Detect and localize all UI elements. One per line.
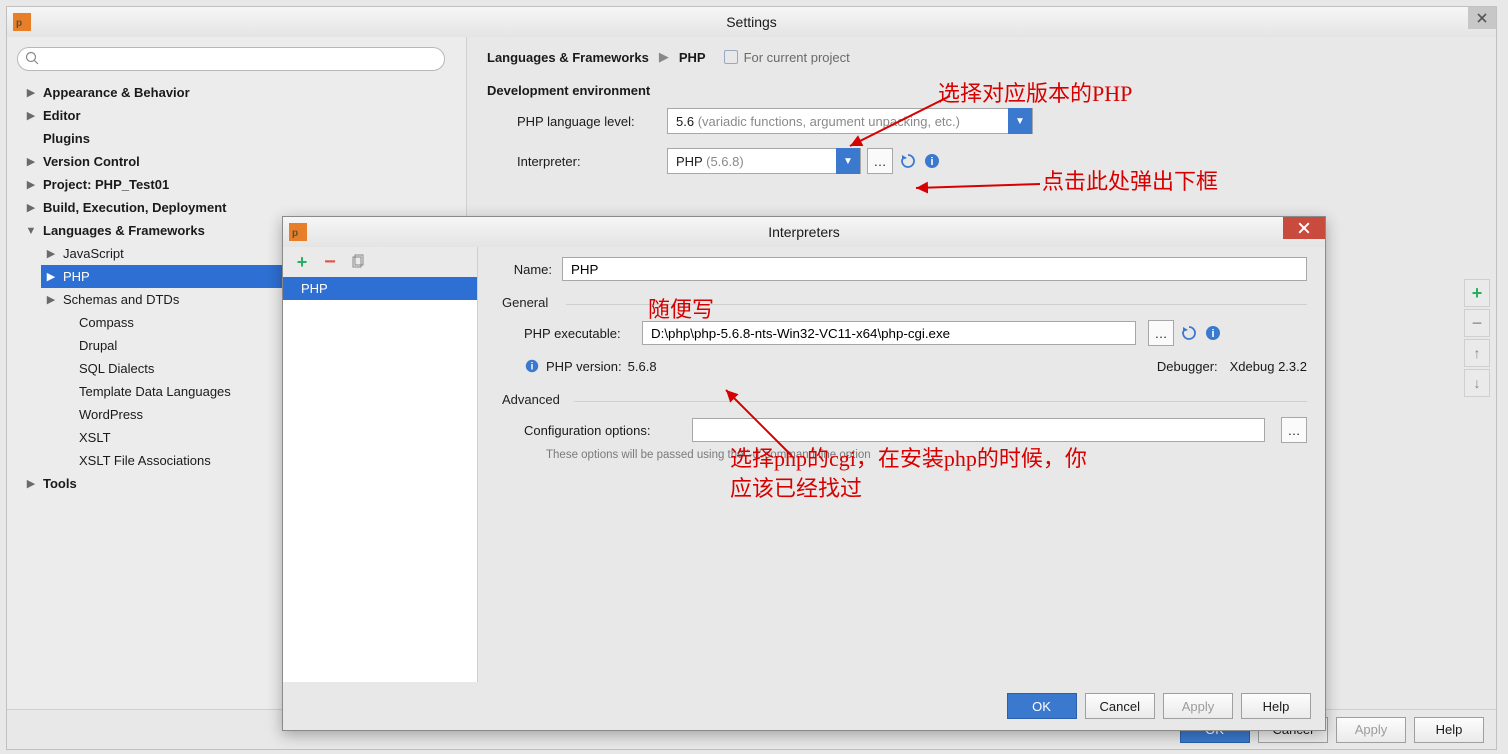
name-row: Name:: [502, 257, 1307, 281]
refresh-icon[interactable]: [1180, 324, 1198, 342]
debugger-label: Debugger:: [1157, 359, 1218, 374]
settings-titlebar: p Settings: [7, 7, 1496, 37]
close-icon[interactable]: [1283, 217, 1325, 239]
interpreter-row: Interpreter: PHP (5.6.8) ▼ … i: [517, 148, 1476, 174]
apply-button[interactable]: Apply: [1336, 717, 1406, 743]
debugger-value: Xdebug 2.3.2: [1230, 359, 1307, 374]
config-input[interactable]: [692, 418, 1265, 442]
interpreter-hint: (5.6.8): [706, 154, 744, 169]
svg-text:i: i: [930, 156, 933, 168]
info-icon[interactable]: i: [1204, 324, 1222, 342]
interpreter-list-item[interactable]: PHP: [283, 277, 477, 300]
arrow-down-icon[interactable]: ↓: [1464, 369, 1490, 397]
cancel-button[interactable]: Cancel: [1085, 693, 1155, 719]
name-input[interactable]: [562, 257, 1307, 281]
help-button[interactable]: Help: [1241, 693, 1311, 719]
config-hint: These options will be passed using the '…: [546, 449, 1307, 461]
version-row: i PHP version: 5.6.8 Debugger: Xdebug 2.…: [524, 358, 1307, 374]
search-input[interactable]: [17, 47, 445, 71]
exec-row: PHP executable: … i: [524, 320, 1307, 346]
svg-text:p: p: [292, 228, 298, 239]
close-icon[interactable]: [1468, 7, 1496, 29]
tree-vcs[interactable]: ▶Version Control: [17, 150, 456, 173]
remove-interpreter-icon[interactable]: −: [321, 251, 339, 274]
config-browse-button[interactable]: …: [1281, 417, 1307, 443]
chevron-down-icon[interactable]: ▼: [1008, 108, 1032, 134]
version-value: 5.6.8: [628, 359, 657, 374]
dev-env-title: Development environment: [487, 83, 1476, 98]
lang-level-hint: (variadic functions, argument unpacking,…: [698, 114, 960, 129]
phpstorm-icon: p: [13, 13, 31, 31]
chevron-down-icon[interactable]: ▼: [836, 148, 860, 174]
add-icon[interactable]: +: [1464, 279, 1490, 307]
chevron-right-icon: ▶: [659, 49, 669, 65]
name-label: Name:: [502, 262, 562, 277]
interpreter-value: PHP: [676, 154, 706, 169]
interpreters-titlebar: p Interpreters: [283, 217, 1325, 247]
scope-badge: For current project: [724, 50, 850, 65]
svg-text:i: i: [531, 362, 534, 373]
remove-icon[interactable]: −: [1464, 309, 1490, 337]
svg-text:p: p: [16, 18, 22, 29]
interpreters-dialog: p Interpreters + − PHP Name:: [282, 216, 1326, 731]
ok-button[interactable]: OK: [1007, 693, 1077, 719]
crumb-leaf: PHP: [679, 50, 706, 65]
crumb-root[interactable]: Languages & Frameworks: [487, 50, 649, 65]
config-row: Configuration options: …: [524, 417, 1307, 443]
apply-button[interactable]: Apply: [1163, 693, 1233, 719]
right-rail: + − ↑ ↓: [1464, 279, 1492, 397]
general-section-label: General: [502, 295, 1307, 310]
interpreters-footer: OK Cancel Apply Help: [283, 682, 1325, 730]
lang-level-row: PHP language level: 5.6 (variadic functi…: [517, 108, 1476, 134]
search-icon: [25, 51, 39, 68]
add-interpreter-icon[interactable]: +: [293, 252, 311, 273]
exec-browse-button[interactable]: …: [1148, 320, 1174, 346]
phpstorm-icon: p: [289, 223, 307, 241]
exec-label: PHP executable:: [524, 326, 636, 341]
interpreters-body: + − PHP Name: General PHP executable:: [283, 247, 1325, 682]
info-icon[interactable]: i: [923, 152, 941, 170]
interpreter-label: Interpreter:: [517, 154, 667, 169]
search-wrap: [17, 47, 456, 71]
tree-appearance[interactable]: ▶Appearance & Behavior: [17, 81, 456, 104]
interpreters-left-panel: + − PHP: [283, 247, 478, 682]
exec-input[interactable]: [642, 321, 1136, 345]
interpreter-browse-button[interactable]: …: [867, 148, 893, 174]
tree-project[interactable]: ▶Project: PHP_Test01: [17, 173, 456, 196]
interpreter-dropdown[interactable]: PHP (5.6.8) ▼: [667, 148, 861, 174]
lang-level-dropdown[interactable]: 5.6 (variadic functions, argument unpack…: [667, 108, 1033, 134]
refresh-icon[interactable]: [899, 152, 917, 170]
project-scope-icon: [724, 50, 738, 64]
tree-editor[interactable]: ▶Editor: [17, 104, 456, 127]
help-button[interactable]: Help: [1414, 717, 1484, 743]
arrow-up-icon[interactable]: ↑: [1464, 339, 1490, 367]
copy-interpreter-icon[interactable]: [349, 254, 367, 270]
breadcrumb: Languages & Frameworks ▶ PHP For current…: [487, 49, 1476, 65]
interpreters-title: Interpreters: [283, 224, 1325, 240]
svg-text:i: i: [1211, 328, 1214, 340]
info-icon: i: [524, 358, 540, 374]
interpreters-toolbar: + −: [283, 247, 477, 277]
lang-level-value: 5.6: [676, 114, 698, 129]
interpreters-list: PHP: [283, 277, 477, 682]
version-label: PHP version:: [546, 359, 622, 374]
scope-label: For current project: [744, 50, 850, 65]
tree-plugins[interactable]: Plugins: [17, 127, 456, 150]
lang-level-label: PHP language level:: [517, 114, 667, 129]
config-label: Configuration options:: [524, 423, 682, 438]
advanced-section-label: Advanced: [502, 392, 1307, 407]
settings-title: Settings: [7, 14, 1496, 30]
interpreters-right-panel: Name: General PHP executable: … i: [478, 247, 1325, 682]
